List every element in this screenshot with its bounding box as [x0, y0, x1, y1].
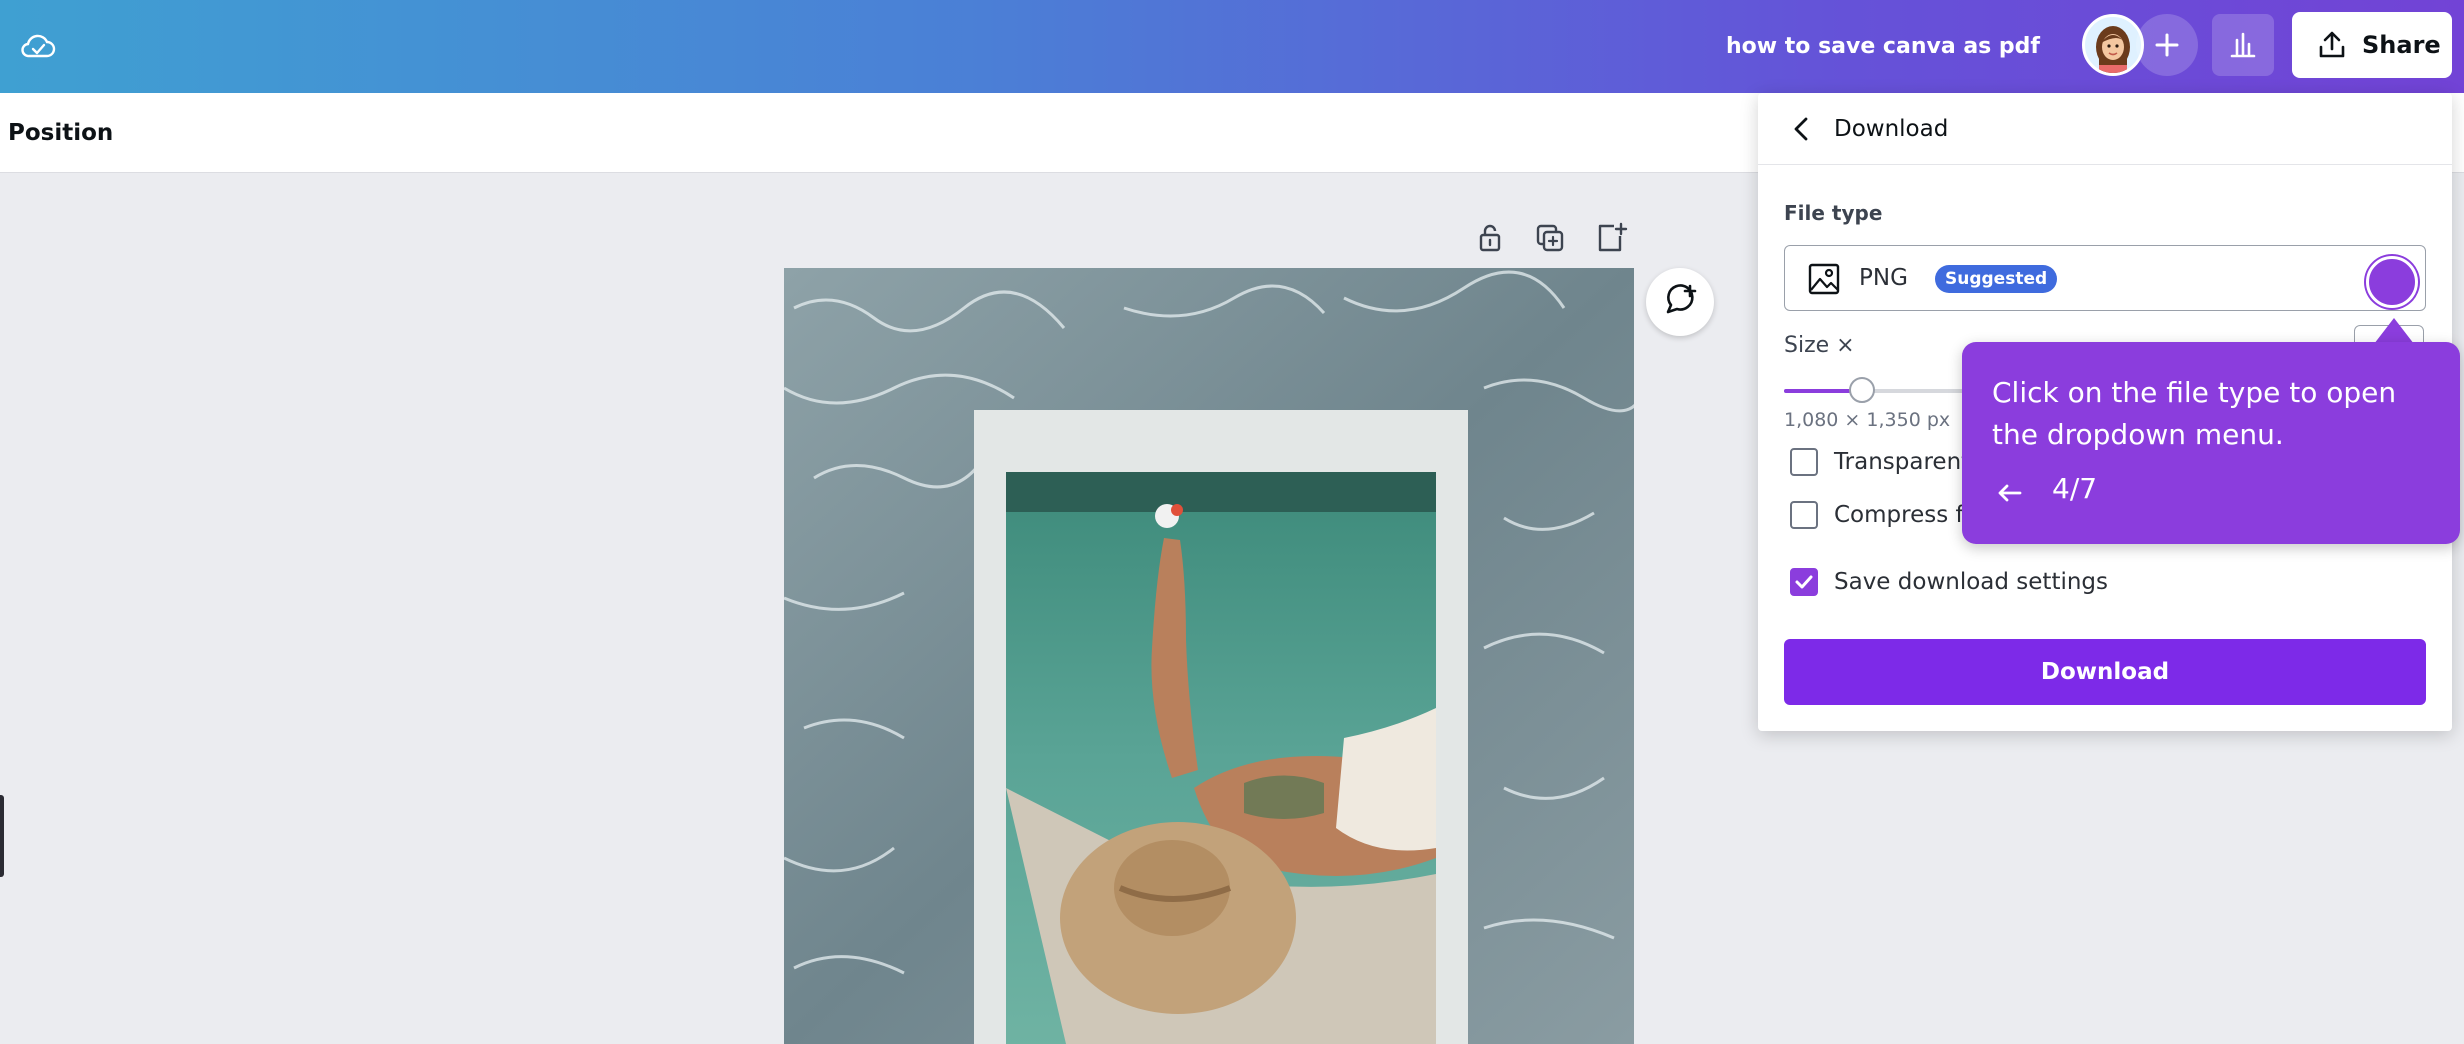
page-tools — [1470, 218, 1630, 258]
tutorial-tooltip: Click on the file type to open the dropd… — [1962, 342, 2460, 544]
size-dimensions: 1,080 × 1,350 px — [1784, 409, 1951, 431]
avatar[interactable] — [2082, 14, 2144, 76]
bar-chart-icon — [2230, 32, 2256, 58]
plus-icon — [2155, 33, 2179, 57]
arrow-left-icon[interactable] — [1992, 476, 2026, 510]
file-type-dropdown[interactable]: PNG Suggested — [1784, 245, 2426, 311]
add-comment-button[interactable] — [1646, 268, 1714, 336]
transparent-background-option[interactable]: Transparent — [1790, 445, 1970, 479]
comment-plus-icon — [1666, 284, 1697, 314]
compress-file-option[interactable]: Compress fi — [1790, 498, 1970, 532]
transparent-label: Transparent — [1834, 449, 1971, 475]
unlock-icon[interactable] — [1470, 218, 1510, 258]
file-type-value: PNG — [1859, 265, 1908, 291]
compress-label: Compress fi — [1834, 502, 1971, 528]
position-button[interactable]: Position — [8, 93, 113, 173]
upload-icon — [2319, 31, 2345, 58]
chevron-left-icon[interactable] — [1784, 111, 1820, 147]
add-page-icon[interactable] — [1590, 218, 1630, 258]
analytics-button[interactable] — [2212, 14, 2274, 76]
add-collaborator-button[interactable] — [2136, 14, 2198, 76]
save-settings-label: Save download settings — [1834, 569, 2109, 595]
size-slider-thumb[interactable] — [1849, 377, 1876, 403]
tooltip-arrow — [2374, 318, 2414, 344]
file-type-label: File type — [1784, 201, 1883, 225]
suggested-badge: Suggested — [1935, 265, 2058, 293]
checkmark-icon — [1795, 575, 1813, 589]
size-label: Size × — [1784, 333, 1855, 358]
tooltip-step-counter: 4/7 — [2052, 472, 2098, 505]
document-title[interactable]: how to save canva as pdf — [1640, 0, 2040, 93]
download-button[interactable]: Download — [1784, 639, 2426, 705]
save-settings-checkbox[interactable] — [1790, 568, 1818, 596]
share-button[interactable]: Share — [2292, 12, 2452, 78]
share-label: Share — [2362, 31, 2441, 59]
save-download-settings-option[interactable]: Save download settings — [1790, 565, 2108, 599]
top-bar: how to save canva as pdf Share — [0, 0, 2464, 93]
image-icon — [1808, 263, 1840, 295]
transparent-checkbox[interactable] — [1790, 448, 1818, 476]
side-panel-handle[interactable] — [0, 795, 4, 877]
design-canvas-page[interactable] — [784, 268, 1634, 1044]
tutorial-pointer-dot[interactable] — [2366, 256, 2418, 308]
pool-photo-image — [784, 268, 1634, 1044]
cloud-saved-icon[interactable] — [18, 26, 58, 66]
compress-checkbox[interactable] — [1790, 501, 1818, 529]
tooltip-text: Click on the file type to open the dropd… — [1992, 376, 2397, 451]
download-panel-title: Download — [1834, 116, 1949, 142]
duplicate-icon[interactable] — [1530, 218, 1570, 258]
download-panel-header: Download — [1758, 93, 2452, 165]
